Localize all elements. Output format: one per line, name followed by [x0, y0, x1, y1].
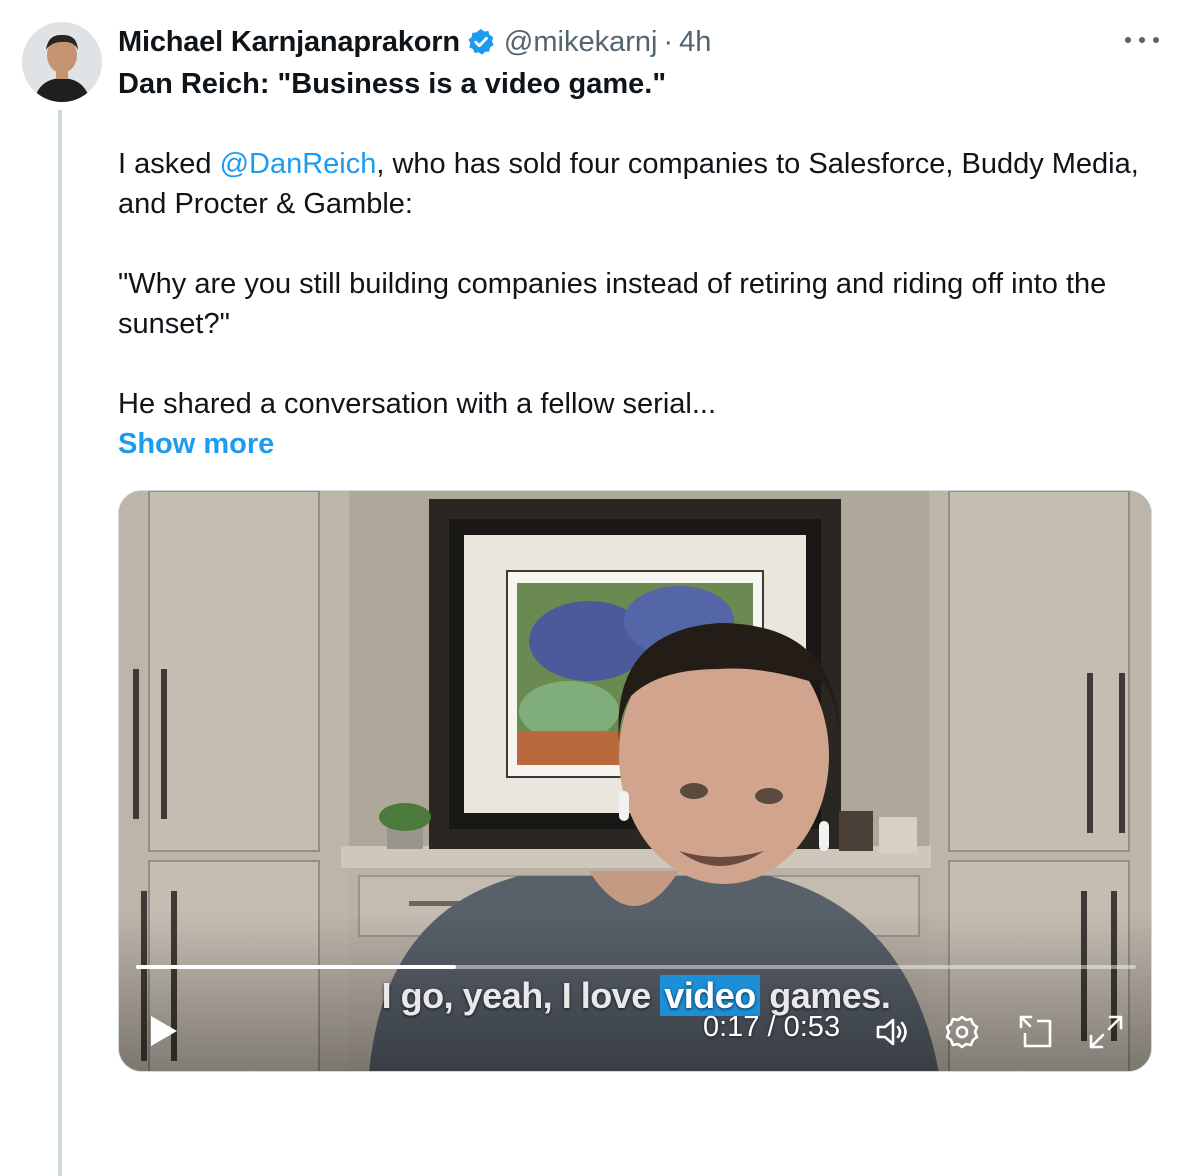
volume-icon[interactable]	[873, 1013, 911, 1051]
time-separator: /	[759, 1011, 784, 1043]
current-time: 0:17	[703, 1011, 760, 1043]
ellipsis-icon[interactable]	[1125, 28, 1159, 52]
profile-photo	[22, 22, 102, 102]
show-more-link[interactable]: Show more	[118, 424, 1158, 464]
tweet-headline: Dan Reich: "Business is a video game."	[118, 68, 667, 100]
ellipsis-dot	[1153, 37, 1159, 43]
author-handle[interactable]: @mikekarnj	[504, 26, 658, 59]
tweet-text: Dan Reich: "Business is a video game." I…	[118, 64, 1158, 464]
tweet-paragraph: He shared a conversation with a fellow s…	[118, 388, 717, 420]
video-progress-bar[interactable]	[136, 965, 1136, 969]
tweet-paragraph: I asked @DanReich, who has sold four com…	[118, 144, 1158, 224]
thread-line	[58, 110, 62, 1176]
play-icon[interactable]	[143, 1011, 183, 1051]
video-progress-fill	[136, 965, 456, 969]
tweet-timestamp[interactable]: 4h	[679, 26, 711, 59]
tweet-paragraph: "Why are you still building companies in…	[118, 268, 1107, 340]
picture-in-picture-icon[interactable]	[1017, 1013, 1055, 1051]
fullscreen-icon[interactable]	[1087, 1013, 1125, 1051]
video-player[interactable]: I go, yeah, I love video games. 0:17 / 0…	[118, 490, 1152, 1072]
video-timecode: 0:17 / 0:53	[703, 1011, 840, 1044]
ellipsis-dot	[1139, 37, 1145, 43]
video-controls: 0:17 / 0:53	[119, 1005, 1151, 1055]
para1-text: I asked	[118, 148, 220, 180]
settings-icon[interactable]	[943, 1013, 981, 1051]
verified-badge-icon	[468, 28, 494, 55]
author-name[interactable]: Michael Karnjanaprakorn	[118, 26, 460, 59]
video-duration: 0:53	[783, 1011, 841, 1043]
mention-link[interactable]: @DanReich	[220, 148, 377, 180]
header-separator: ·	[663, 25, 674, 58]
author-avatar[interactable]	[22, 22, 102, 102]
ellipsis-dot	[1125, 37, 1131, 43]
tweet-header: Michael Karnjanaprakorn @mikekarnj · 4h	[118, 22, 711, 62]
